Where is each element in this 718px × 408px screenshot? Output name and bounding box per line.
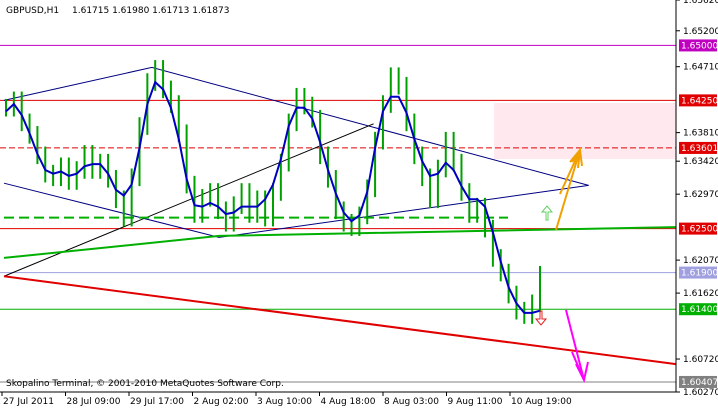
x-tick-label: 2 Aug 02:00 <box>194 397 249 407</box>
x-tick-label: 27 Jul 2011 <box>3 397 54 407</box>
level-tag-label: 1.62500 <box>681 225 718 235</box>
x-tick-label: 8 Aug 03:00 <box>384 397 439 407</box>
chart-window: 1.65620 1.65200 1.64710 1.63810 1.63420 1.629… <box>0 0 718 408</box>
level-tag-label: 1.65000 <box>681 41 718 51</box>
level-tag-label: 1.63601 <box>681 144 718 154</box>
target-zone <box>494 103 676 159</box>
copyright-footer: Skopalino Terminal, © 2001-2010 MetaQuot… <box>6 379 284 389</box>
y-tick-label: 1.60270 <box>683 388 718 398</box>
y-tick-label: 1.62970 <box>683 190 718 200</box>
y-tick-label: 1.60720 <box>683 355 718 365</box>
y-tick-label: 1.65620 <box>683 0 718 6</box>
x-tick-label: 29 Jul 17:00 <box>130 397 184 407</box>
x-tick-label: 28 Jul 09:00 <box>67 397 121 407</box>
level-tag-label: 1.60407 <box>681 378 718 388</box>
level-tag-label: 1.64250 <box>681 96 718 106</box>
x-tick-label: 4 Aug 18:00 <box>321 397 376 407</box>
plot-background <box>0 0 718 408</box>
level-tag-label: 1.61900 <box>681 269 718 279</box>
ohlc-readout: 1.61715 1.61980 1.61713 1.61873 <box>72 6 229 16</box>
y-tick-label: 1.63810 <box>683 129 718 139</box>
x-tick-label: 10 Aug 19:00 <box>511 397 572 407</box>
y-tick-label: 1.65200 <box>683 27 718 37</box>
price-chart[interactable]: 1.65620 1.65200 1.64710 1.63810 1.63420 1.629… <box>0 0 718 408</box>
symbol-title: GBPUSD,H1 <box>6 6 59 16</box>
y-tick-label: 1.61620 <box>683 289 718 299</box>
level-tag-label: 1.61400 <box>681 305 718 315</box>
y-tick-label: 1.64710 <box>683 63 718 73</box>
y-tick-label: 1.63420 <box>683 157 718 167</box>
x-tick-label: 9 Aug 11:00 <box>448 397 503 407</box>
y-tick-label: 1.62070 <box>683 256 718 266</box>
x-tick-label: 3 Aug 10:00 <box>257 397 312 407</box>
